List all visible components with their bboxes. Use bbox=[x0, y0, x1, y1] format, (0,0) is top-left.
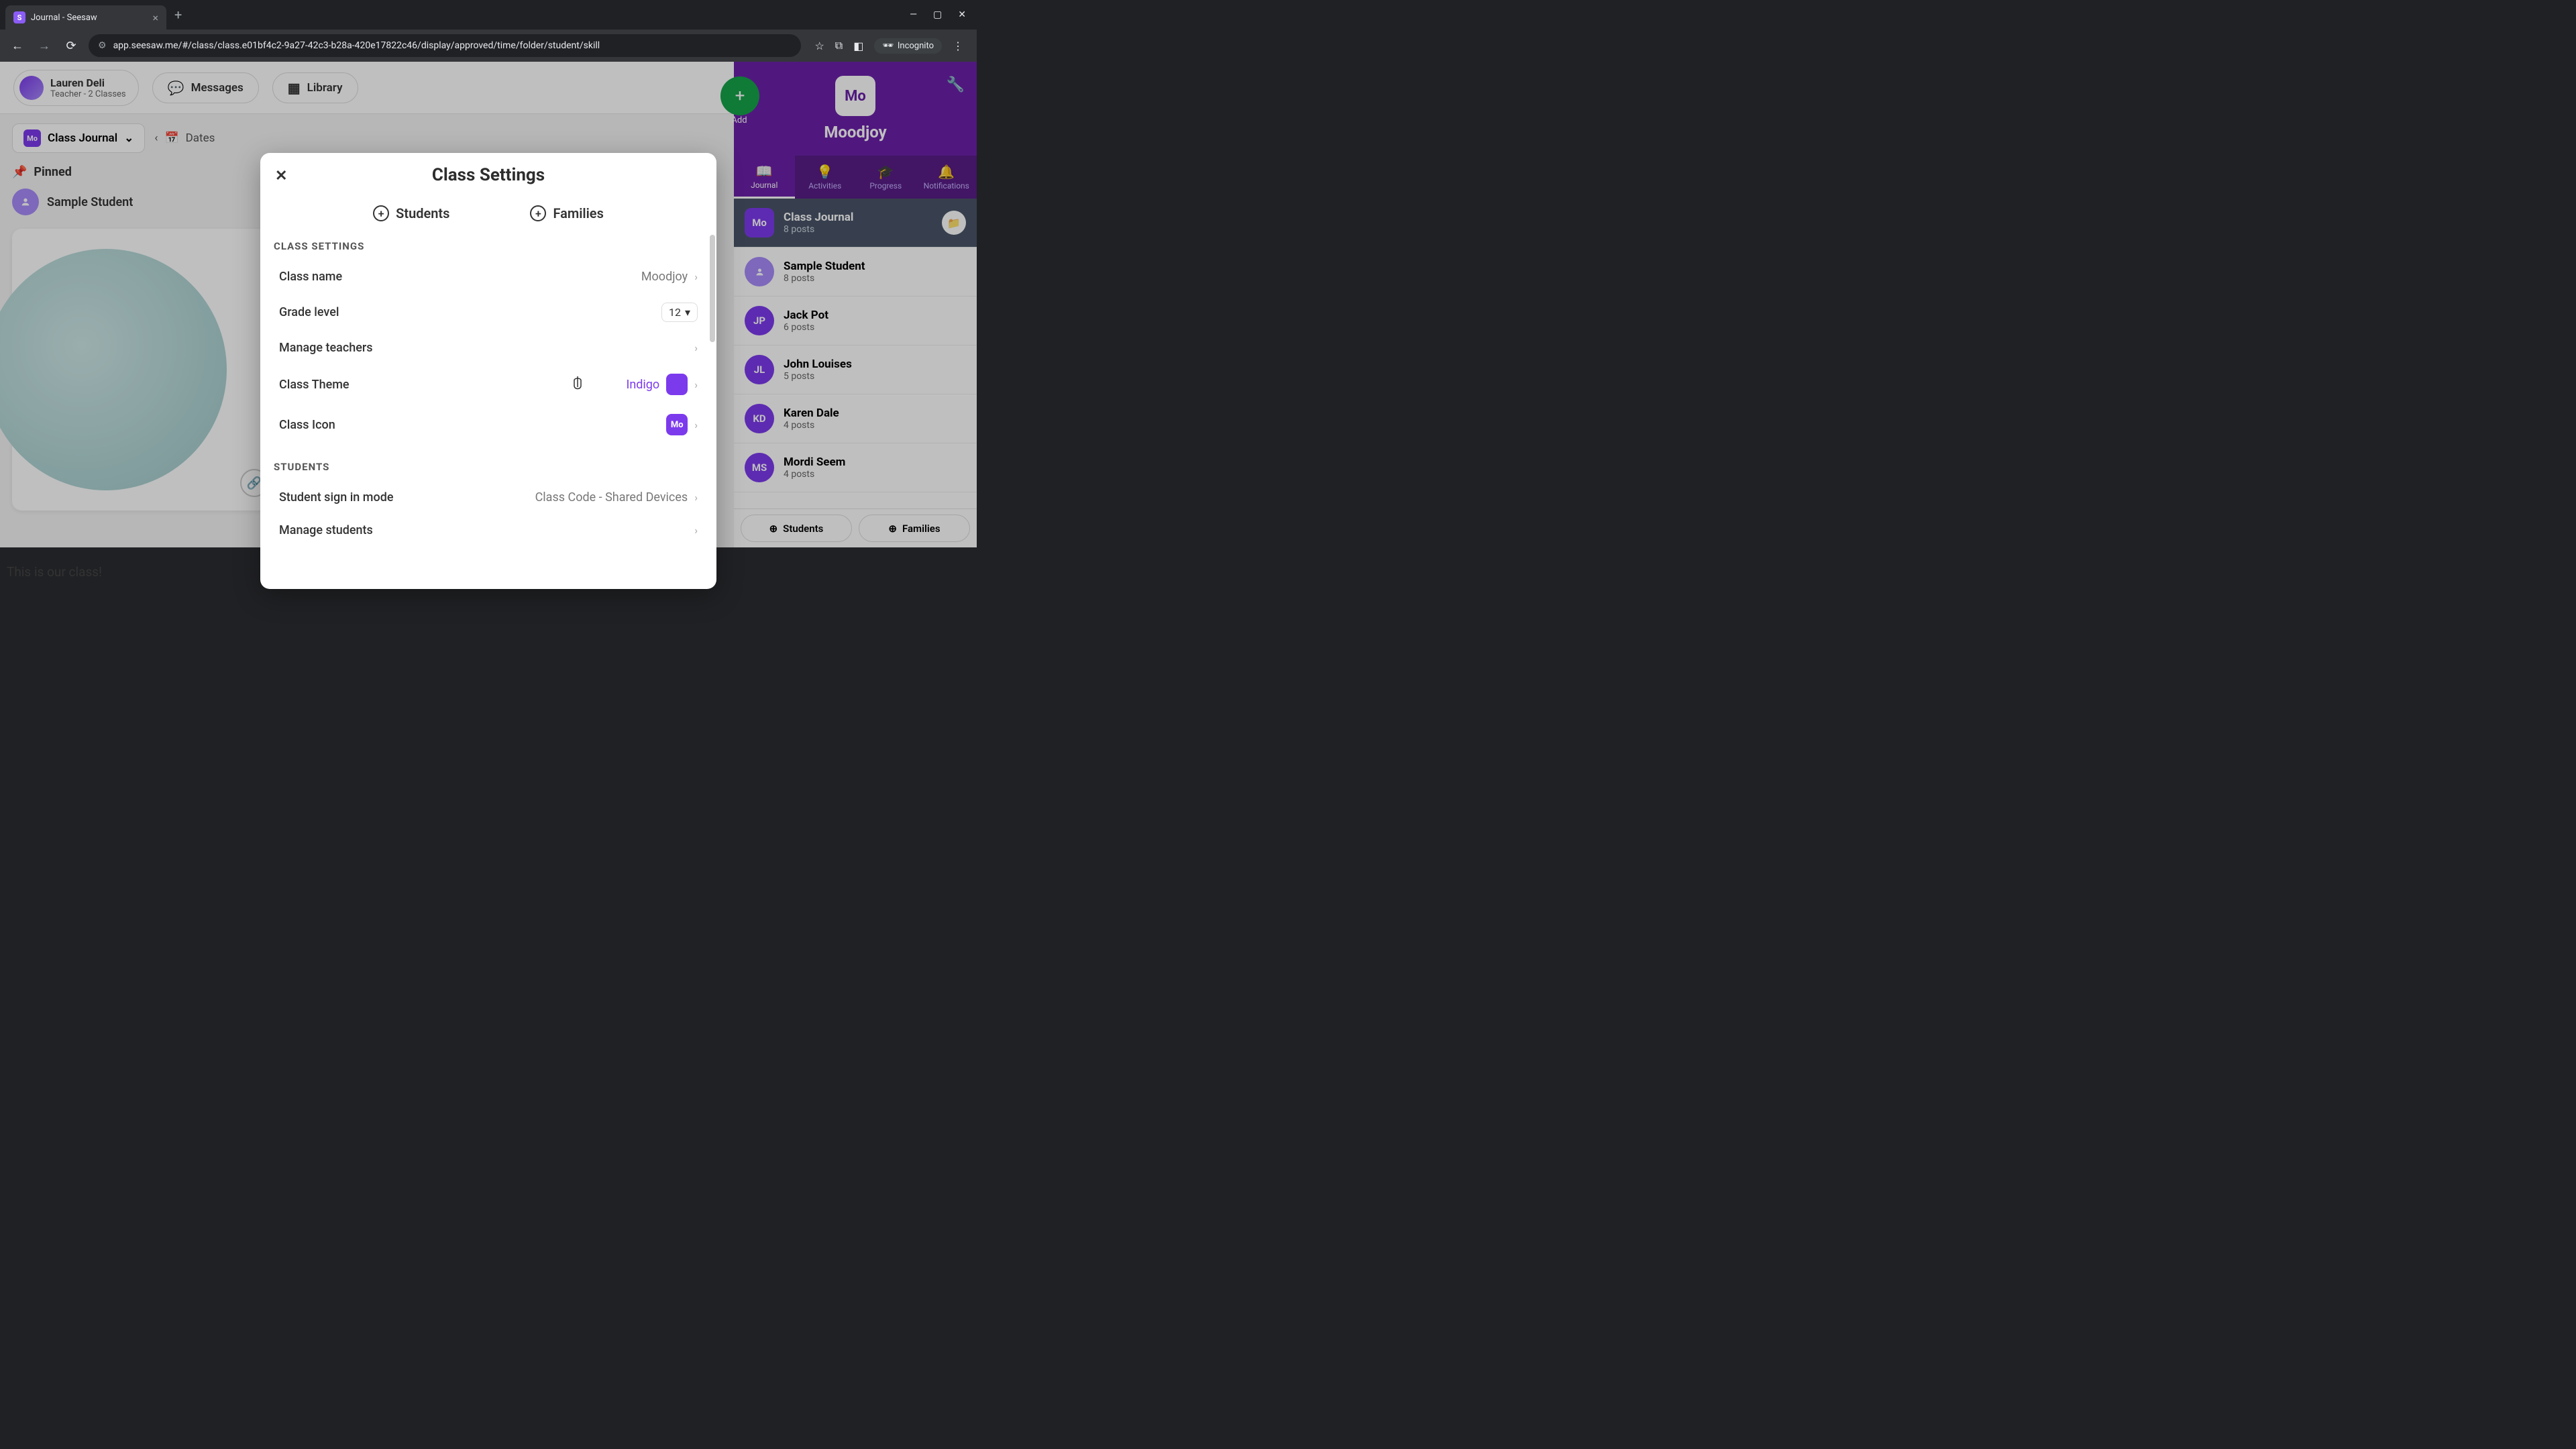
row-class-theme[interactable]: Class Theme Indigo › bbox=[274, 364, 703, 405]
mouse-cursor-icon bbox=[570, 375, 585, 396]
class-name-value: Moodjoy bbox=[641, 270, 688, 284]
minimize-icon[interactable]: — bbox=[910, 9, 917, 20]
chevron-right-icon: › bbox=[694, 270, 698, 283]
theme-label: Class Theme bbox=[279, 378, 350, 392]
app-root: Lauren Deli Teacher - 2 Classes 💬 Messag… bbox=[0, 62, 977, 547]
chevron-right-icon: › bbox=[694, 491, 698, 504]
class-name-label: Class name bbox=[279, 270, 342, 284]
chevron-right-icon: › bbox=[694, 524, 698, 537]
bookmark-icon[interactable]: ☆ bbox=[814, 40, 824, 52]
row-manage-students[interactable]: Manage students › bbox=[274, 514, 703, 547]
new-tab-button[interactable]: + bbox=[174, 7, 182, 23]
modal-title: Class Settings bbox=[432, 165, 545, 185]
chevron-right-icon: › bbox=[694, 378, 698, 391]
modal-header: ✕ Class Settings bbox=[260, 153, 716, 197]
class-settings-modal: ✕ Class Settings + Students + Families C… bbox=[260, 153, 716, 589]
tab-title: Journal - Seesaw bbox=[31, 13, 147, 23]
maximize-icon[interactable]: ▢ bbox=[933, 9, 942, 20]
manage-students-label: Manage students bbox=[279, 523, 373, 537]
chevron-right-icon: › bbox=[694, 341, 698, 354]
caret-down-icon: ▾ bbox=[685, 306, 690, 319]
forward-icon[interactable]: → bbox=[35, 39, 54, 53]
plus-circle-icon: + bbox=[530, 205, 546, 221]
incognito-badge[interactable]: 🕶 Incognito bbox=[874, 38, 942, 54]
modal-students-link[interactable]: + Students bbox=[373, 205, 449, 221]
browser-tab-strip: S Journal - Seesaw × + — ▢ ✕ bbox=[0, 0, 977, 30]
side-panel-icon[interactable]: ◧ bbox=[853, 40, 863, 52]
manage-teachers-label: Manage teachers bbox=[279, 341, 373, 355]
theme-value: Indigo bbox=[626, 378, 659, 392]
incognito-label: Incognito bbox=[898, 41, 934, 51]
browser-tab[interactable]: S Journal - Seesaw × bbox=[5, 5, 166, 30]
address-bar[interactable]: ⚙ app.seesaw.me/#/class/class.e01bf4c2-9… bbox=[89, 34, 801, 57]
reload-icon[interactable]: ⟳ bbox=[62, 39, 80, 53]
scrollbar-thumb[interactable] bbox=[710, 235, 715, 342]
modal-close-button[interactable]: ✕ bbox=[275, 168, 287, 184]
section-class-settings: CLASS SETTINGS bbox=[274, 240, 703, 252]
class-icon-label: Class Icon bbox=[279, 418, 335, 432]
window-controls: — ▢ ✕ bbox=[910, 9, 971, 20]
row-grade-level[interactable]: Grade level 12 ▾ bbox=[274, 293, 703, 331]
extensions-icon[interactable]: ⧉ bbox=[835, 39, 843, 52]
row-class-name[interactable]: Class name Moodjoy › bbox=[274, 260, 703, 293]
signin-label: Student sign in mode bbox=[279, 490, 393, 504]
url-text: app.seesaw.me/#/class/class.e01bf4c2-9a2… bbox=[113, 40, 600, 51]
modal-tab-students-label: Students bbox=[396, 205, 449, 221]
tab-favicon: S bbox=[13, 11, 25, 23]
modal-quick-links: + Students + Families bbox=[260, 197, 716, 235]
browser-toolbar: ← → ⟳ ⚙ app.seesaw.me/#/class/class.e01b… bbox=[0, 30, 977, 62]
signin-value: Class Code - Shared Devices bbox=[535, 490, 688, 504]
row-signin-mode[interactable]: Student sign in mode Class Code - Shared… bbox=[274, 481, 703, 514]
theme-swatch bbox=[666, 374, 688, 395]
chevron-right-icon: › bbox=[694, 419, 698, 431]
grade-select[interactable]: 12 ▾ bbox=[661, 303, 698, 322]
plus-circle-icon: + bbox=[373, 205, 389, 221]
section-students: STUDENTS bbox=[274, 461, 703, 473]
modal-tab-families-label: Families bbox=[553, 205, 603, 221]
row-manage-teachers[interactable]: Manage teachers › bbox=[274, 331, 703, 364]
modal-body[interactable]: CLASS SETTINGS Class name Moodjoy › Grad… bbox=[260, 235, 716, 589]
incognito-icon: 🕶 bbox=[882, 41, 894, 51]
modal-families-link[interactable]: + Families bbox=[530, 205, 603, 221]
row-class-icon[interactable]: Class Icon Mo › bbox=[274, 405, 703, 445]
tab-close-icon[interactable]: × bbox=[152, 11, 158, 24]
close-window-icon[interactable]: ✕ bbox=[958, 9, 966, 20]
grade-label: Grade level bbox=[279, 305, 339, 319]
site-settings-icon[interactable]: ⚙ bbox=[98, 40, 107, 51]
back-icon[interactable]: ← bbox=[8, 39, 27, 53]
menu-icon[interactable]: ⋮ bbox=[953, 40, 963, 52]
grade-value: 12 bbox=[669, 306, 681, 319]
post-caption: This is our class! bbox=[7, 564, 102, 580]
class-icon-preview: Mo bbox=[666, 414, 688, 435]
